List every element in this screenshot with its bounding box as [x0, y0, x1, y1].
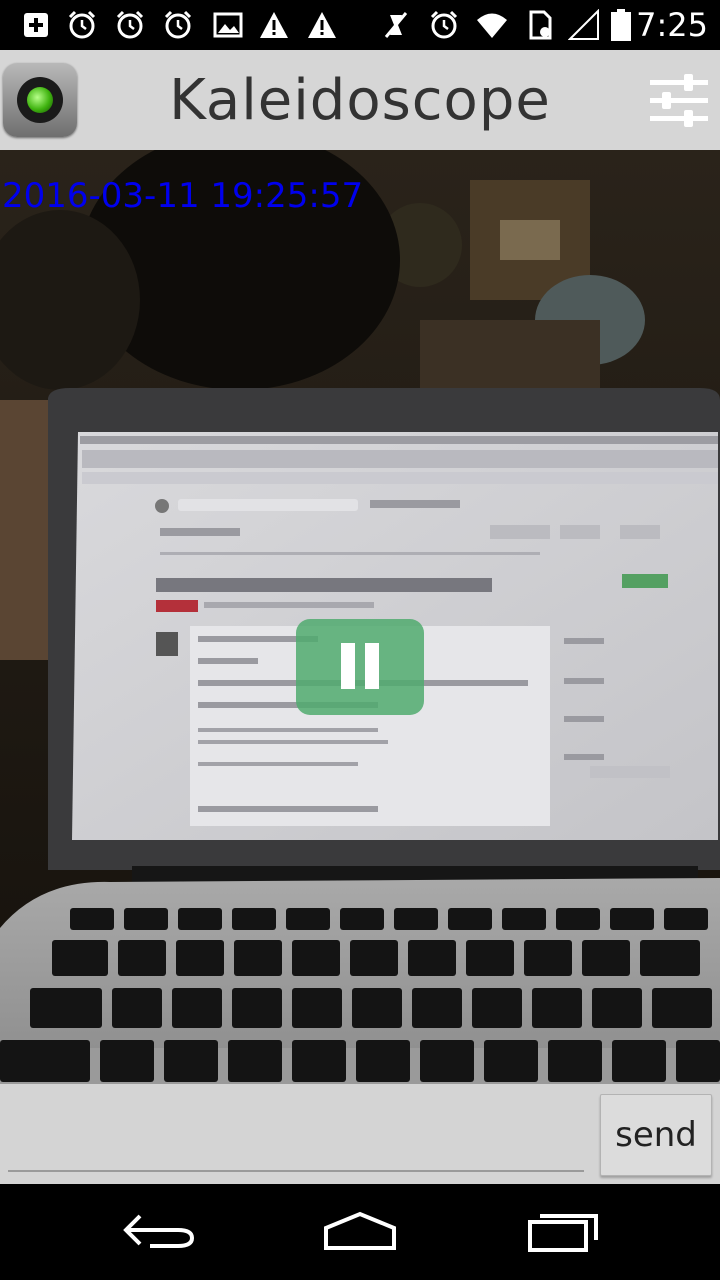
message-input[interactable]	[8, 1092, 584, 1172]
home-icon[interactable]	[320, 1208, 400, 1256]
back-icon[interactable]	[120, 1208, 200, 1256]
alarm-icon	[116, 10, 144, 39]
mute-icon	[384, 12, 408, 38]
image-icon	[213, 12, 243, 38]
warning-icon	[308, 12, 336, 38]
alarm-icon	[68, 10, 96, 39]
add-notification-icon	[24, 13, 48, 37]
wifi-icon	[477, 13, 507, 38]
capture-timestamp: 2016-03-11 19:25:57	[2, 176, 364, 216]
battery-icon	[611, 9, 631, 41]
clock: 7:25	[636, 6, 708, 44]
pause-button[interactable]	[296, 619, 424, 715]
send-button[interactable]: send	[600, 1094, 712, 1176]
camera-preview[interactable]: 2016-03-11 19:25:57	[0, 150, 720, 1084]
app-title: Kaleidoscope	[169, 68, 551, 133]
warning-icon	[260, 12, 288, 38]
camera-scene	[0, 150, 720, 1084]
alarm-icon	[430, 10, 458, 39]
recents-icon[interactable]	[524, 1208, 604, 1256]
signal-icon	[568, 9, 599, 40]
alarm-icon	[164, 10, 192, 39]
sim-icon	[529, 10, 552, 40]
status-bar: 7:25	[0, 0, 720, 50]
app-bar: Kaleidoscope	[0, 50, 720, 150]
sliders-icon[interactable]	[648, 72, 710, 130]
message-bar: send	[0, 1084, 720, 1184]
pause-icon	[341, 643, 355, 689]
navigation-bar	[0, 1184, 720, 1280]
